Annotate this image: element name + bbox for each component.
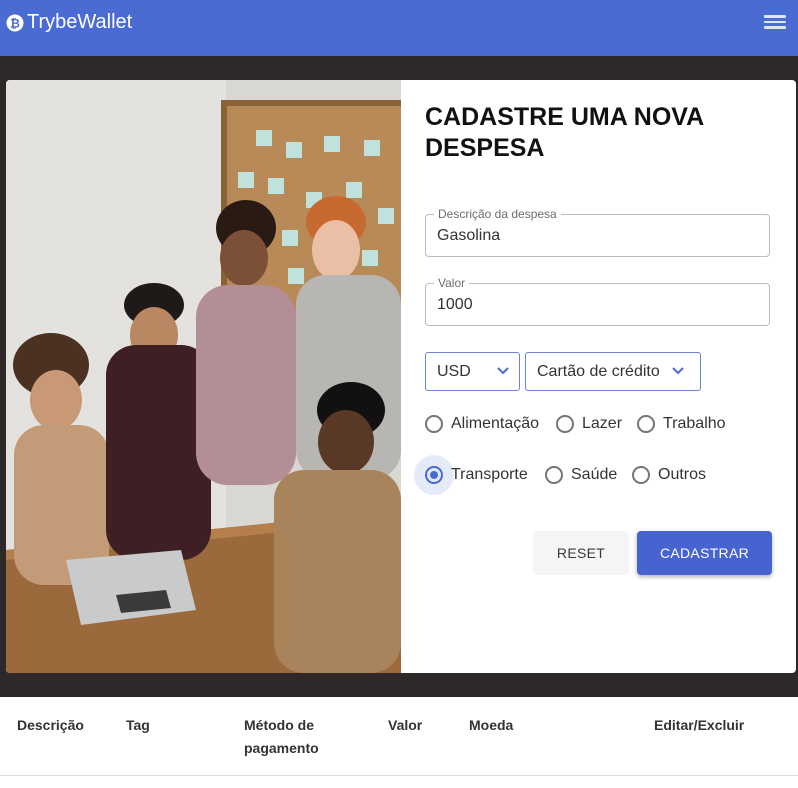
hamburger-menu-icon[interactable]: [764, 12, 786, 32]
radio-unchecked-icon: [632, 466, 650, 484]
svg-text:₿: ₿: [10, 16, 20, 30]
radio-unchecked-icon: [425, 415, 443, 433]
tag-radio-outros[interactable]: Outros: [632, 463, 706, 487]
tag-label: Saúde: [571, 466, 618, 483]
currency-value: USD: [437, 363, 471, 380]
team-photo: [6, 80, 401, 673]
tag-label: Lazer: [582, 415, 623, 432]
submit-button[interactable]: CADASTRAR: [637, 531, 772, 575]
column-header-description: Descrição: [17, 717, 84, 733]
column-header-amount: Valor: [388, 717, 423, 733]
app-bar: ₿ TrybeWallet: [0, 0, 798, 56]
expense-form-card: CADASTRE UMA NOVA DESPESA Descrição da d…: [6, 80, 796, 673]
tag-radio-lazer[interactable]: Lazer: [556, 412, 622, 436]
column-header-edit-delete: Editar/Excluir: [654, 717, 745, 733]
description-label: Descrição da despesa: [434, 207, 561, 221]
amount-input[interactable]: 1000: [437, 296, 473, 314]
description-input[interactable]: Gasolina: [437, 227, 500, 245]
tag-radio-saude[interactable]: Saúde: [545, 463, 617, 487]
tag-radio-alimentacao[interactable]: Alimentação: [425, 412, 539, 436]
tag-label: Outros: [658, 466, 707, 483]
description-field[interactable]: Descrição da despesa Gasolina: [425, 207, 770, 257]
radio-checked-icon: [414, 455, 454, 495]
chevron-down-icon: [672, 367, 684, 375]
radio-unchecked-icon: [637, 415, 655, 433]
form-title: CADASTRE UMA NOVA DESPESA: [425, 103, 704, 162]
currency-select[interactable]: USD: [425, 352, 520, 391]
brand-name: TrybeWallet: [27, 11, 133, 33]
radio-unchecked-icon: [545, 466, 563, 484]
amount-field[interactable]: Valor 1000: [425, 276, 770, 326]
column-header-payment-method: Método de pagamento: [244, 717, 319, 756]
amount-label: Valor: [434, 276, 470, 290]
tag-label: Alimentação: [451, 415, 540, 432]
column-header-tag: Tag: [126, 717, 150, 733]
chevron-down-icon: [497, 367, 509, 375]
radio-unchecked-icon: [556, 415, 574, 433]
table-divider: [0, 775, 798, 776]
tag-label: Transporte: [451, 466, 528, 483]
tag-radio-transporte[interactable]: Transporte: [414, 455, 528, 495]
payment-method-select[interactable]: Cartão de crédito: [525, 352, 701, 391]
expenses-table-header: Descrição Tag Método de pagamento Valor …: [0, 697, 798, 777]
reset-button[interactable]: RESET: [533, 531, 629, 575]
tag-label: Trabalho: [663, 415, 726, 432]
column-header-currency: Moeda: [469, 717, 514, 733]
bitcoin-coin-icon: ₿: [6, 14, 24, 31]
brand: ₿ TrybeWallet: [6, 11, 132, 34]
payment-method-value: Cartão de crédito: [537, 363, 660, 380]
tag-radio-trabalho[interactable]: Trabalho: [637, 412, 726, 436]
